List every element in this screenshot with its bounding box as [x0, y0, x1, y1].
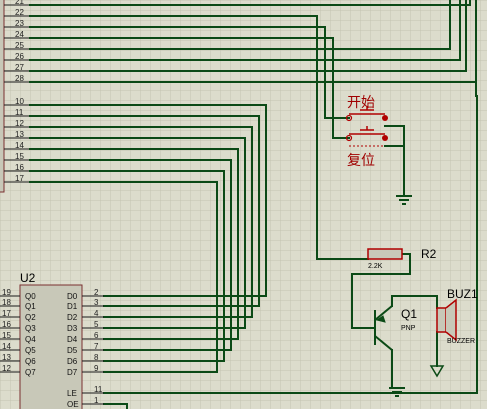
u2-control-pin-number: 11 — [94, 385, 103, 394]
mcu-pin-number: 16 — [15, 163, 24, 172]
u2-output-pin-number: 8 — [94, 353, 99, 362]
u2-input-pin-name: Q6 — [25, 357, 36, 366]
u2-output-pin-number: 5 — [94, 320, 99, 329]
reset-button-label: 复位 — [347, 152, 375, 169]
mcu-pin-number: 28 — [15, 74, 24, 83]
u2-input-pin-name: Q0 — [25, 292, 36, 301]
u2-input-pin-number: 16 — [2, 320, 11, 329]
mcu-pin-number: 27 — [15, 63, 24, 72]
u2-output-pin-name: D2 — [67, 313, 78, 322]
mcu-pin-number: 26 — [15, 52, 24, 61]
mcu-pin-number: 23 — [15, 19, 24, 28]
mcu-pin-number: 10 — [15, 97, 24, 106]
mcu-pin-number: 13 — [15, 130, 24, 139]
mcu-pin-number: 17 — [15, 174, 24, 183]
u2-output-pin-number: 3 — [94, 298, 99, 307]
u2-output-pin-number: 9 — [94, 364, 99, 373]
u2-input-pin-name: Q4 — [25, 335, 36, 344]
u2-output-pin-name: D3 — [67, 324, 78, 333]
circuit-schematic: 21222324252627281011121314151617 U2 19 Q0… — [0, 0, 487, 409]
u2-output-pin-name: D0 — [67, 292, 78, 301]
q1-ref: Q1 — [401, 307, 417, 321]
u2-output-pin-number: 4 — [94, 309, 99, 318]
u2-output-pin-number: 2 — [94, 288, 99, 297]
r2-value: 2.2K — [368, 263, 383, 270]
u2-input-pin-name: Q5 — [25, 346, 36, 355]
u2-input-pin-name: Q1 — [25, 302, 36, 311]
mcu-pin-number: 21 — [15, 0, 24, 6]
u2-output-pin-name: D5 — [67, 346, 78, 355]
start-button-label: 开始 — [347, 95, 375, 111]
u2-input-pin-number: 15 — [2, 331, 11, 340]
mcu-pin-number: 24 — [15, 30, 24, 39]
u2-input-pin-name: Q3 — [25, 324, 36, 333]
mcu-pin-number: 11 — [15, 108, 24, 117]
u2-ref: U2 — [20, 271, 36, 285]
u2-input-pin-number: 12 — [2, 364, 11, 373]
u2-input-pin-number: 19 — [2, 288, 11, 297]
u2-control-pin-name: LE — [67, 389, 77, 398]
u2-output-pin-number: 6 — [94, 331, 99, 340]
mcu-pin-number: 15 — [15, 152, 24, 161]
u2-input-pin-number: 14 — [2, 342, 11, 351]
u2-input-pin-number: 13 — [2, 353, 11, 362]
mcu-pin-number: 14 — [15, 141, 24, 150]
u2-input-pin-name: Q2 — [25, 313, 36, 322]
mcu-body-edge — [0, 0, 5, 193]
u2-control-pin-number: 1 — [94, 396, 99, 405]
mcu-pin-number: 22 — [15, 8, 24, 17]
resistor-r2 — [367, 248, 403, 260]
u2-output-pin-name: D4 — [67, 335, 78, 344]
r2-ref: R2 — [421, 247, 437, 261]
u2-output-pin-number: 7 — [94, 342, 99, 351]
u2-control-pin-name: OE — [67, 400, 79, 409]
buz1-type: BUZZER — [447, 338, 475, 345]
u2-output-pin-name: D1 — [67, 302, 78, 311]
u2-output-pin-name: D7 — [67, 368, 78, 377]
mcu-pin-number: 12 — [15, 119, 24, 128]
buz1-ref: BUZ1 — [447, 287, 478, 301]
u2-input-pin-name: Q7 — [25, 368, 36, 377]
u2-output-pin-name: D6 — [67, 357, 78, 366]
u2-input-pin-number: 18 — [2, 298, 11, 307]
u2-input-pin-number: 17 — [2, 309, 11, 318]
mcu-pin-number: 25 — [15, 41, 24, 50]
q1-type: PNP — [401, 325, 416, 332]
